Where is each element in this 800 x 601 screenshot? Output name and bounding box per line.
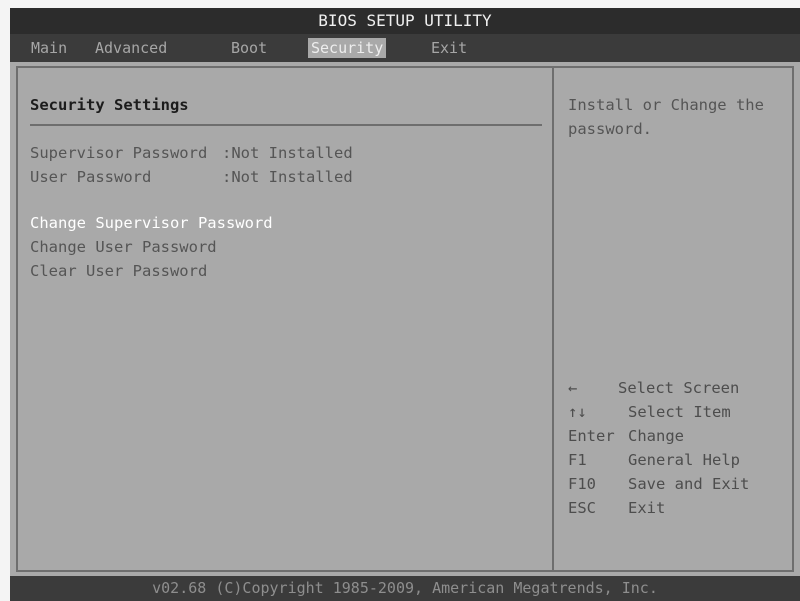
tab-exit[interactable]: Exit [428,38,470,58]
bios-title: BIOS SETUP UTILITY [10,8,800,34]
help-panel: Install or Change the password. ← Select… [554,66,794,572]
tab-security[interactable]: Security [308,38,387,58]
supervisor-password-status: :Not Installed [222,144,353,162]
left-arrow-icon: ← [568,379,578,397]
bios-screen: BIOS SETUP UTILITY Main Advanced Boot Se… [10,8,800,601]
section-divider [30,124,542,126]
key-label: F10 [568,475,596,493]
key-label: Enter [568,427,615,445]
supervisor-password-label: Supervisor Password [30,144,208,162]
help-text-line: password. [568,120,652,138]
clear-user-password-option[interactable]: Clear User Password [30,260,207,282]
up-down-arrows-icon: ↑↓ [568,403,587,421]
key-action: Change [628,427,684,445]
key-action: Exit [628,499,666,517]
help-text-line: Install or Change the [568,96,764,114]
key-label: ESC [568,499,596,517]
tab-advanced[interactable]: Advanced [92,38,170,58]
tab-boot[interactable]: Boot [228,38,270,58]
user-password-status: :Not Installed [222,168,353,186]
user-password-label: User Password [30,168,152,186]
settings-panel: Security Settings Supervisor Password :N… [16,66,554,572]
key-label: F1 [568,451,587,469]
change-user-password-option[interactable]: Change User Password [30,236,217,258]
key-action: Select Screen [618,379,740,397]
tab-main[interactable]: Main [28,38,70,58]
key-action: Select Item [628,403,731,421]
menu-bar: Main Advanced Boot Security Exit [10,34,800,62]
copyright-footer: v02.68 (C)Copyright 1985-2009, American … [10,576,800,601]
key-action: General Help [628,451,740,469]
change-supervisor-password-option[interactable]: Change Supervisor Password [30,212,273,234]
section-title: Security Settings [30,96,189,114]
key-action: Save and Exit [628,475,750,493]
